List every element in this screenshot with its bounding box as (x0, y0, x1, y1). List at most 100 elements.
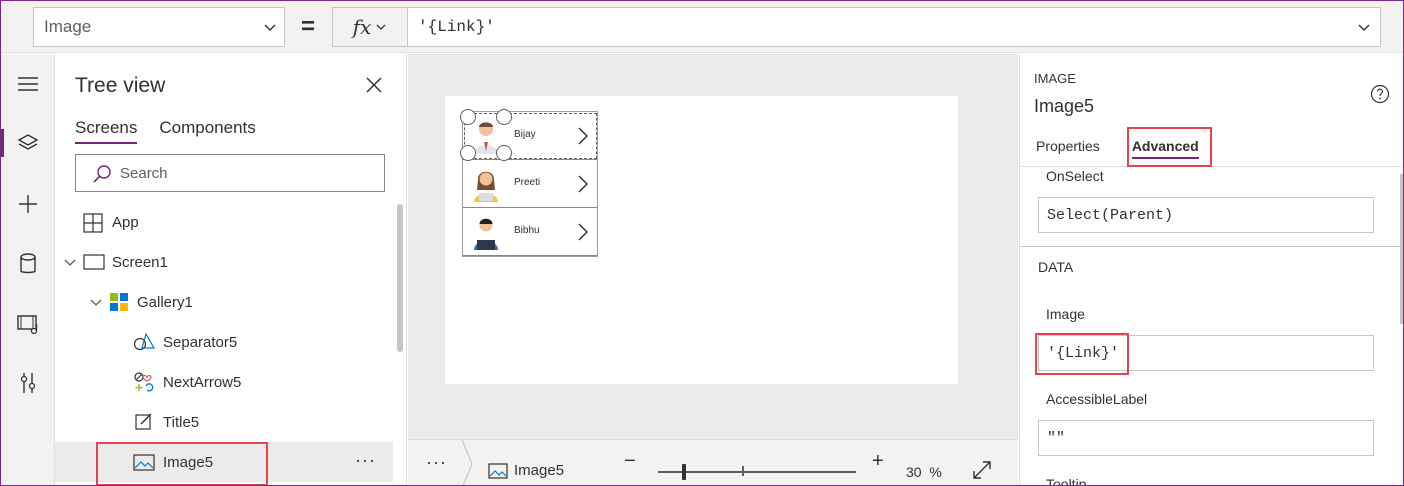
formula-input[interactable]: '{Link}' (407, 7, 1381, 47)
tree-node-label: Screen1 (112, 254, 168, 271)
chevron-down-icon (264, 24, 276, 31)
highlight-box (1127, 127, 1212, 167)
row-title: Bibhu (514, 225, 540, 236)
search-icon (93, 165, 111, 183)
tab-screens[interactable]: Screens (75, 118, 138, 144)
resize-handle[interactable] (496, 109, 512, 125)
expand-formula-chevron-icon[interactable] (1356, 19, 1372, 35)
tree-node-label: Separator5 (163, 334, 238, 351)
media-button[interactable] (1, 304, 55, 344)
zoom-slider-tick (742, 466, 744, 476)
resize-handle[interactable] (460, 109, 476, 125)
equals-sign: = (301, 13, 316, 40)
zoom-out-button[interactable]: − (624, 450, 636, 473)
app-icon (83, 213, 103, 233)
edit-label-icon (135, 413, 152, 430)
formula-text: '{Link}' (418, 18, 495, 36)
tools-icon (20, 373, 36, 393)
tree-node-title5[interactable]: Title5 (55, 402, 393, 442)
tree-node-app[interactable]: App (55, 202, 393, 242)
properties-pane: IMAGE Image5 Properties Advanced OnSelec… (1019, 54, 1403, 485)
search-placeholder: Search (120, 164, 168, 182)
tab-components[interactable]: Components (159, 118, 255, 144)
screen-icon (83, 254, 105, 270)
person-avatar-image[interactable] (471, 166, 501, 202)
fx-button[interactable]: fx (332, 7, 408, 47)
chevron-down-icon[interactable] (89, 296, 103, 310)
media-icon (17, 315, 38, 335)
accessiblelabel-value: "" (1047, 429, 1066, 447)
person-avatar-image[interactable] (471, 214, 501, 250)
tree-node-separator5[interactable]: Separator5 (55, 322, 393, 362)
canvas-bottom-bar: ··· Image5 − + 30 % (408, 439, 1018, 485)
breadcrumb-separator-icon (461, 440, 473, 485)
tree-tabs: Screens Components (75, 118, 256, 144)
zoom-unit: % (929, 464, 942, 480)
tree-node-gallery1[interactable]: Gallery1 (55, 282, 393, 322)
tree-view-title: Tree view (75, 74, 166, 97)
resize-handle[interactable] (496, 145, 512, 161)
property-dropdown[interactable]: Image (33, 7, 285, 47)
properties-scrollbar[interactable] (1400, 174, 1403, 324)
zoom-slider[interactable] (658, 471, 856, 473)
accessiblelabel-field[interactable]: "" (1038, 420, 1374, 456)
gallery-row[interactable]: Bijay (463, 112, 597, 160)
chevron-right-icon[interactable] (577, 222, 589, 242)
search-input[interactable]: Search (75, 154, 385, 192)
fx-icon: fx (352, 15, 372, 39)
breadcrumb[interactable]: Image5 (488, 462, 564, 479)
icons-icon (134, 372, 154, 392)
formula-bar: Image = fx '{Link}' (1, 1, 1403, 53)
screen-canvas[interactable]: Bijay Preeti Bibhu (445, 96, 958, 384)
chevron-down-icon[interactable] (63, 256, 77, 270)
chevron-right-icon[interactable] (577, 174, 589, 194)
section-data[interactable]: DATA (1038, 259, 1073, 275)
tab-properties[interactable]: Properties (1036, 138, 1100, 159)
zoom-in-button[interactable]: + (872, 450, 884, 473)
chevron-down-icon (376, 24, 386, 30)
accessiblelabel-label: AccessibleLabel (1046, 391, 1148, 407)
zoom-slider-thumb[interactable] (682, 464, 686, 480)
close-icon[interactable] (363, 74, 385, 96)
highlight-box (96, 442, 268, 485)
hamburger-menu-button[interactable] (1, 64, 55, 104)
row-title: Preeti (514, 177, 541, 188)
more-options-button[interactable]: ··· (426, 452, 447, 473)
onselect-value: Select(Parent) (1047, 206, 1174, 224)
tree-node-nextarrow5[interactable]: NextArrow5 (55, 362, 393, 402)
tools-button[interactable] (1, 363, 55, 403)
breadcrumb-label: Image5 (514, 462, 565, 479)
canvas-area: Bijay Preeti Bibhu (408, 54, 1018, 439)
image-label: Image (1046, 306, 1085, 322)
layers-icon (17, 134, 39, 150)
resize-handle[interactable] (460, 145, 476, 161)
left-rail (1, 54, 55, 485)
insert-button[interactable] (1, 184, 55, 224)
tree-scrollbar[interactable] (397, 204, 403, 352)
control-name[interactable]: Image5 (1034, 96, 1094, 117)
gallery-control[interactable]: Bijay Preeti Bibhu (460, 109, 598, 257)
tree-node-label: NextArrow5 (163, 374, 242, 391)
zoom-level: 30 % (906, 464, 942, 480)
onselect-field[interactable]: Select(Parent) (1038, 197, 1374, 233)
gallery-row[interactable]: Preeti (463, 160, 597, 208)
tree-node-label: Gallery1 (137, 294, 193, 311)
fit-to-window-icon[interactable] (972, 460, 992, 480)
divider (1020, 246, 1402, 247)
tree-node-label: App (112, 214, 139, 231)
help-icon[interactable] (1370, 84, 1390, 104)
more-options-button[interactable]: ··· (355, 450, 376, 471)
image-icon (488, 462, 508, 479)
shapes-icon (133, 332, 155, 351)
tree-view-pane: Tree view Screens Components Search App … (55, 54, 407, 485)
data-button[interactable] (1, 244, 55, 284)
zoom-value: 30 (906, 464, 922, 480)
property-dropdown-value: Image (44, 17, 92, 36)
tree-node-screen1[interactable]: Screen1 (55, 242, 393, 282)
control-type: IMAGE (1034, 71, 1076, 86)
tree-view-button[interactable] (1, 123, 55, 163)
selection-outline (464, 113, 597, 159)
gallery-row[interactable]: Bibhu (463, 208, 597, 256)
onselect-label: OnSelect (1046, 168, 1104, 184)
highlight-box (1035, 333, 1129, 375)
